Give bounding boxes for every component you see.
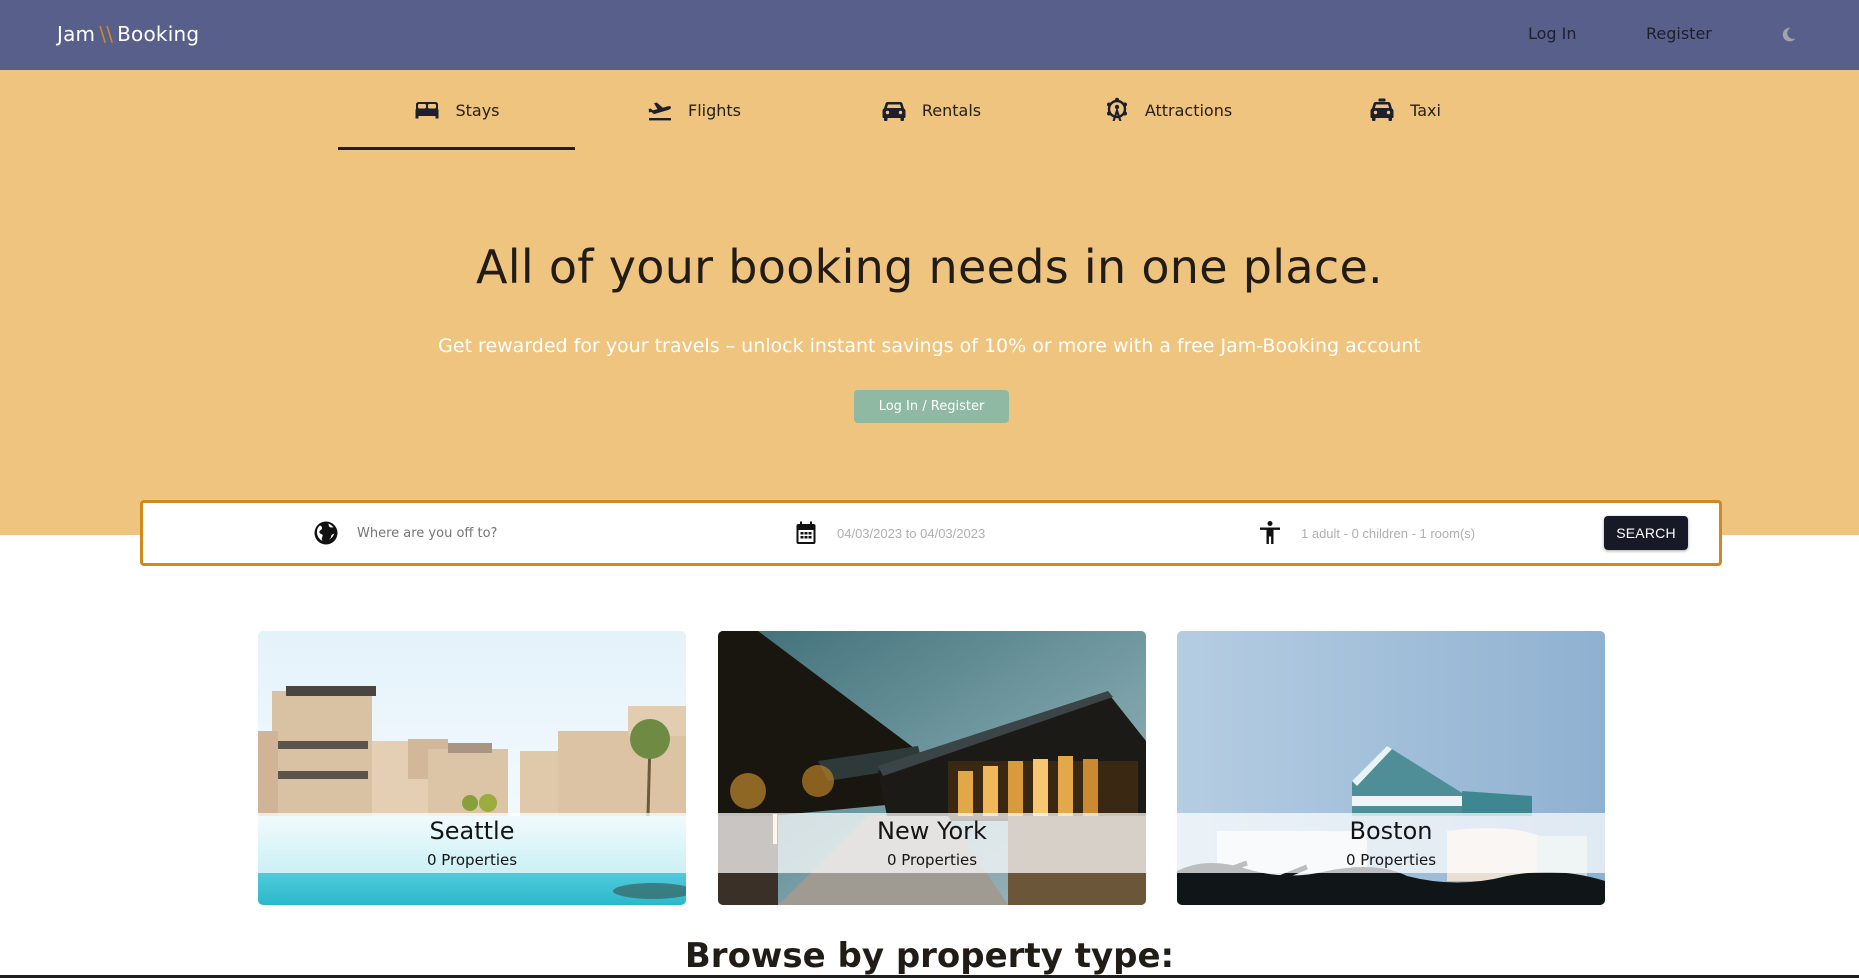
city-property-count: 0 Properties	[426, 851, 518, 869]
search-button[interactable]: SEARCH	[1604, 516, 1688, 550]
category-tabs: Stays Flights Rentals Attractions Taxi	[338, 70, 1518, 150]
tab-stays-label: Stays	[455, 100, 500, 120]
top-navbar: Jam \\ Booking Log In Register	[0, 0, 1859, 70]
city-card-boston[interactable]: Boston 0 Properties	[1177, 631, 1605, 905]
city-name: Boston	[1349, 817, 1433, 845]
tab-stays[interactable]: Stays	[338, 70, 575, 150]
hero-section: Stays Flights Rentals Attractions Taxi A…	[0, 70, 1859, 535]
city-name: New York	[877, 817, 987, 845]
destination-field	[313, 503, 733, 563]
plane-departure-icon	[646, 96, 674, 124]
brand-name-left: Jam	[57, 22, 96, 46]
person-icon	[1257, 520, 1283, 546]
guests-field[interactable]: 1 adult - 0 children - 1 room(s)	[1257, 503, 1587, 563]
globe-icon	[313, 520, 339, 546]
tab-taxi[interactable]: Taxi	[1286, 70, 1523, 150]
hero-subtitle: Get rewarded for your travels – unlock i…	[438, 335, 1421, 357]
browse-property-type-heading: Browse by property type:	[684, 936, 1175, 976]
search-bar: 04/03/2023 to 04/03/2023 1 adult - 0 chi…	[140, 500, 1722, 566]
tab-attractions[interactable]: Attractions	[1049, 70, 1286, 150]
tab-rentals-label: Rentals	[921, 100, 982, 120]
city-card-new-york[interactable]: New York 0 Properties	[718, 631, 1146, 905]
guests-value[interactable]: 1 adult - 0 children - 1 room(s)	[1301, 526, 1475, 541]
city-card-seattle[interactable]: Seattle 0 Properties	[258, 631, 686, 905]
brand-slashes: \\	[99, 22, 114, 46]
bed-icon	[413, 96, 441, 124]
date-range-value[interactable]: 04/03/2023 to 04/03/2023	[837, 526, 985, 541]
city-name: Seattle	[429, 817, 515, 845]
taxi-icon	[1368, 96, 1396, 124]
calendar-icon	[793, 520, 819, 546]
destination-input[interactable]	[357, 525, 657, 541]
tab-rentals[interactable]: Rentals	[812, 70, 1049, 150]
car-icon	[880, 96, 908, 124]
city-property-count: 0 Properties	[886, 851, 978, 869]
brand-logo[interactable]: Jam \\ Booking	[57, 22, 199, 46]
city-property-count: 0 Properties	[1345, 851, 1437, 869]
login-register-button[interactable]: Log In / Register	[854, 390, 1009, 423]
login-link[interactable]: Log In	[1528, 24, 1577, 43]
tab-taxi-label: Taxi	[1410, 100, 1441, 120]
tab-flights[interactable]: Flights	[575, 70, 812, 150]
moon-icon[interactable]	[1780, 26, 1797, 43]
hero-title: All of your booking needs in one place.	[476, 240, 1383, 294]
register-link[interactable]: Register	[1646, 24, 1712, 43]
tab-flights-label: Flights	[688, 100, 741, 120]
brand-name-right: Booking	[117, 22, 200, 46]
date-field[interactable]: 04/03/2023 to 04/03/2023	[793, 503, 1153, 563]
tab-attractions-label: Attractions	[1144, 100, 1233, 120]
ferris-wheel-icon	[1103, 96, 1131, 124]
